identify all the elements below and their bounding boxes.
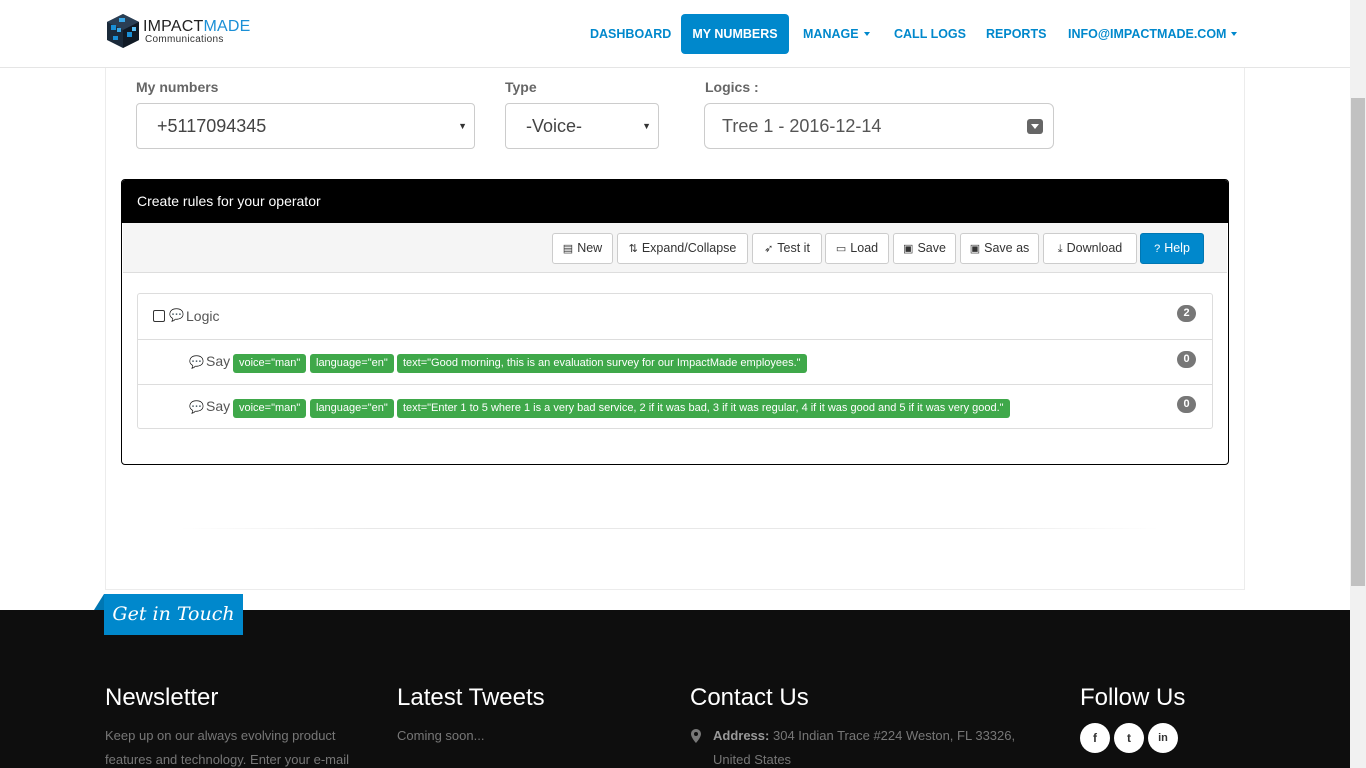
- panel-toolbar: ▤ New ⇅ Expand/Collapse ➶ Test it ▭ Load ▣ Sa…: [123, 223, 1227, 273]
- facebook-icon[interactable]: f: [1080, 723, 1110, 753]
- select-arrow-icon: ▼: [642, 121, 651, 131]
- save-as-button[interactable]: ▣ Save as: [960, 233, 1039, 264]
- contact-title: Contact Us: [690, 684, 809, 711]
- type-select[interactable]: -Voice- ▼: [505, 103, 659, 149]
- logics-label: Logics :: [705, 79, 759, 95]
- count-badge: 0: [1177, 351, 1196, 368]
- tree-root-row[interactable]: 💬 Logic 2: [138, 294, 1212, 339]
- twitter-icon[interactable]: t: [1114, 723, 1144, 753]
- help-button[interactable]: ? Help: [1140, 233, 1204, 264]
- attribute-tag[interactable]: language="en": [310, 399, 394, 418]
- comment-icon: 💬: [189, 400, 204, 414]
- tree-child-row[interactable]: 💬 Say voice="man" language="en" text="Go…: [138, 339, 1212, 384]
- section-divider: [180, 528, 1160, 529]
- tree-node-label: Logic: [186, 308, 220, 324]
- map-marker-icon: [691, 729, 701, 743]
- select-arrow-icon: ▼: [458, 121, 467, 131]
- cube-logo-icon: [107, 14, 139, 48]
- contact-address: Address: 304 Indian Trace #224 Weston, F…: [713, 728, 1016, 767]
- caret-down-icon: [1231, 31, 1238, 36]
- logic-tree: 💬 Logic 2 💬 Say voice="man" language="en…: [137, 293, 1213, 429]
- expand-collapse-button[interactable]: ⇅ Expand/Collapse: [617, 233, 748, 264]
- question-circle-icon: ?: [1154, 243, 1161, 255]
- nav-my-numbers[interactable]: MY NUMBERS: [681, 14, 789, 54]
- impactmade-logo[interactable]: IMPACTMADE Communications: [105, 12, 270, 52]
- nav-reports[interactable]: REPORTS: [986, 14, 1046, 54]
- newsletter-title: Newsletter: [105, 684, 219, 711]
- load-button[interactable]: ▭ Load: [825, 233, 889, 264]
- linkedin-icon[interactable]: in: [1148, 723, 1178, 753]
- download-icon: ⤓: [1057, 243, 1063, 255]
- ribbon-fold: [94, 594, 104, 610]
- attribute-tag[interactable]: voice="man": [233, 399, 307, 418]
- type-label: Type: [505, 79, 537, 95]
- count-badge: 2: [1177, 305, 1196, 322]
- download-button[interactable]: ⤓ Download: [1043, 233, 1137, 264]
- attribute-tag[interactable]: voice="man": [233, 354, 307, 373]
- follow-title: Follow Us: [1080, 684, 1186, 711]
- logo-subtitle: Communications: [145, 34, 224, 45]
- folder-open-icon: ▭: [835, 243, 847, 255]
- panel-title: Create rules for your operator: [122, 180, 1228, 223]
- tree-node-label: Say: [206, 353, 231, 369]
- caret-down-icon: [863, 31, 870, 36]
- save-button[interactable]: ▣ Save: [893, 233, 956, 264]
- logics-select[interactable]: Tree 1 - 2016-12-14: [704, 103, 1054, 149]
- top-navbar: IMPACTMADE Communications DASHBOARD MY N…: [0, 0, 1350, 68]
- tweets-text: Coming soon...: [397, 728, 485, 743]
- root-checkbox[interactable]: [153, 310, 165, 322]
- rocket-icon: ➶: [764, 243, 774, 255]
- attribute-tag[interactable]: text="Enter 1 to 5 where 1 is a very bad…: [397, 399, 1010, 418]
- nav-manage[interactable]: MANAGE: [803, 14, 870, 54]
- new-button[interactable]: ▤ New: [552, 233, 613, 264]
- attribute-tag[interactable]: language="en": [310, 354, 394, 373]
- nav-dashboard[interactable]: DASHBOARD: [590, 14, 671, 54]
- my-numbers-select[interactable]: +5117094345 ▼: [136, 103, 475, 149]
- nav-call-logs[interactable]: CALL LOGS: [894, 14, 966, 54]
- test-it-button[interactable]: ➶ Test it: [752, 233, 822, 264]
- dropdown-toggle-icon[interactable]: [1027, 119, 1043, 134]
- get-in-touch-ribbon: Get in Touch: [104, 594, 243, 635]
- file-icon: ▤: [562, 243, 574, 255]
- floppy-icon: ▣: [903, 243, 914, 255]
- nav-account[interactable]: INFO@IMPACTMADE.COM: [1068, 14, 1238, 54]
- my-numbers-label: My numbers: [136, 79, 219, 95]
- floppy-icon: ▣: [969, 243, 981, 255]
- sort-icon: ⇅: [628, 243, 638, 255]
- page-scrollbar-thumb[interactable]: [1351, 98, 1365, 586]
- attribute-tag[interactable]: text="Good morning, this is an evaluatio…: [397, 354, 807, 373]
- tree-child-row[interactable]: 💬 Say voice="man" language="en" text="En…: [138, 384, 1212, 429]
- newsletter-text: Keep up on our always evolving product f…: [105, 728, 350, 767]
- tweets-title: Latest Tweets: [397, 684, 545, 711]
- tree-node-label: Say: [206, 398, 231, 414]
- comment-icon: 💬: [169, 308, 184, 322]
- comment-icon: 💬: [189, 355, 204, 369]
- count-badge: 0: [1177, 396, 1196, 413]
